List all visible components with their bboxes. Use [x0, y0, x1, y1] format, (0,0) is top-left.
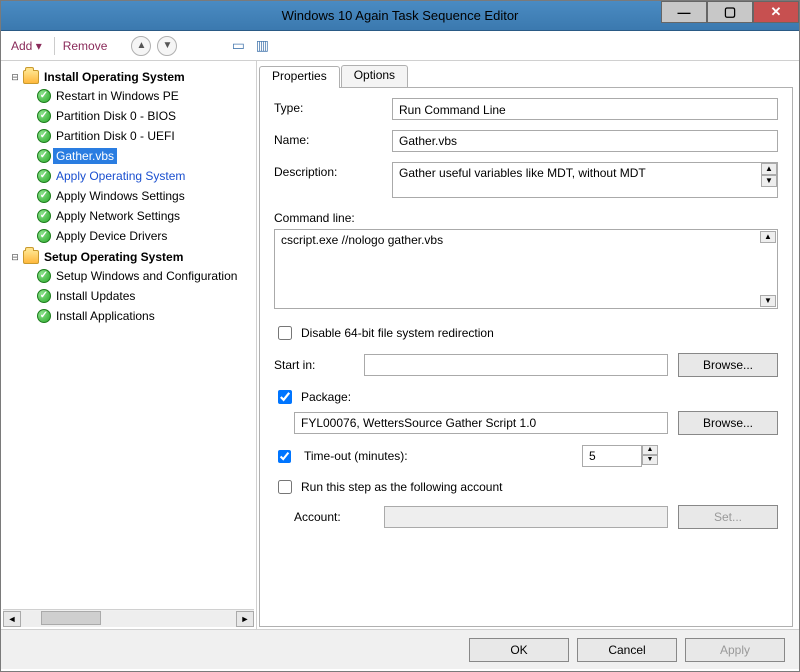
startin-label: Start in:	[274, 358, 354, 372]
startin-browse-button[interactable]: Browse...	[678, 353, 778, 377]
tree-item-restart-winpe[interactable]: ✓Restart in Windows PE	[21, 87, 254, 105]
timeout-input[interactable]	[582, 445, 642, 467]
package-label: Package:	[301, 390, 351, 404]
add-button[interactable]: Add ▾	[11, 39, 42, 53]
tree-item-partition-bios[interactable]: ✓Partition Disk 0 - BIOS	[21, 107, 254, 125]
ok-button[interactable]: OK	[469, 638, 569, 662]
account-label: Account:	[294, 510, 374, 524]
tree-item-install-apps[interactable]: ✓Install Applications	[21, 307, 254, 325]
package-browse-button[interactable]: Browse...	[678, 411, 778, 435]
tree-item-apply-win-settings[interactable]: ✓Apply Windows Settings	[21, 187, 254, 205]
timeout-stepper[interactable]: ▲ ▼	[582, 445, 658, 467]
check-icon: ✓	[37, 289, 51, 303]
scroll-up-icon[interactable]: ▲	[761, 163, 777, 175]
timeout-label: Time-out (minutes):	[304, 449, 434, 463]
scroll-thumb[interactable]	[41, 611, 101, 625]
cancel-button[interactable]: Cancel	[577, 638, 677, 662]
scroll-down-icon[interactable]: ▼	[760, 295, 776, 307]
collapse-icon[interactable]: ⊟	[9, 72, 21, 83]
tree-hscrollbar[interactable]: ◄ ►	[3, 609, 254, 627]
description-label: Description:	[274, 162, 384, 179]
folder-icon	[23, 250, 39, 264]
spin-down-icon[interactable]: ▼	[642, 455, 658, 465]
tree-item-gather-vbs[interactable]: ✓Gather.vbs	[21, 147, 254, 165]
move-down-icon[interactable]: ▼	[157, 36, 177, 56]
startin-input[interactable]	[364, 354, 668, 376]
check-icon: ✓	[37, 89, 51, 103]
type-value: Run Command Line	[392, 98, 778, 120]
scroll-left-icon[interactable]: ◄	[3, 611, 21, 627]
runas-checkbox[interactable]	[278, 480, 292, 494]
tree-item-apply-drivers[interactable]: ✓Apply Device Drivers	[21, 227, 254, 245]
check-icon: ✓	[37, 189, 51, 203]
spin-up-icon[interactable]: ▲	[642, 445, 658, 455]
tab-options[interactable]: Options	[341, 65, 408, 87]
check-icon: ✓	[37, 109, 51, 123]
check-icon: ✓	[37, 209, 51, 223]
scroll-down-icon[interactable]: ▼	[761, 175, 777, 187]
runas-label: Run this step as the following account	[301, 480, 502, 494]
properties-icon[interactable]: ▥	[253, 37, 271, 55]
package-input[interactable]	[294, 412, 668, 434]
toolbar: Add ▾ Remove ▲ ▼ ▭ ▥	[1, 31, 799, 61]
tree-item-partition-uefi[interactable]: ✓Partition Disk 0 - UEFI	[21, 127, 254, 145]
folder-icon	[23, 70, 39, 84]
type-label: Type:	[274, 98, 384, 115]
scroll-right-icon[interactable]: ►	[236, 611, 254, 627]
tree-item-install-updates[interactable]: ✓Install Updates	[21, 287, 254, 305]
collapse-icon[interactable]: ⊟	[9, 252, 21, 263]
move-up-icon[interactable]: ▲	[131, 36, 151, 56]
name-input[interactable]	[392, 130, 778, 152]
check-icon: ✓	[37, 129, 51, 143]
new-group-icon[interactable]: ▭	[229, 37, 247, 55]
apply-button: Apply	[685, 638, 785, 662]
remove-button[interactable]: Remove	[63, 39, 108, 53]
tree-item-setup-windows[interactable]: ✓Setup Windows and Configuration	[21, 267, 254, 285]
set-account-button: Set...	[678, 505, 778, 529]
check-icon: ✓	[37, 269, 51, 283]
account-input	[384, 506, 668, 528]
task-tree[interactable]: ⊟ Install Operating System ✓Restart in W…	[3, 63, 254, 609]
name-label: Name:	[274, 130, 384, 147]
package-checkbox[interactable]	[278, 390, 292, 404]
tree-group-install-os[interactable]: ⊟ Install Operating System	[7, 68, 254, 86]
title-bar: Windows 10 Again Task Sequence Editor — …	[1, 1, 799, 31]
minimize-button[interactable]: —	[661, 1, 707, 23]
check-icon: ✓	[37, 229, 51, 243]
disable-64bit-label: Disable 64-bit file system redirection	[301, 326, 494, 340]
tree-group-setup-os[interactable]: ⊟ Setup Operating System	[7, 248, 254, 266]
timeout-checkbox[interactable]	[278, 450, 291, 463]
toolbar-separator	[54, 37, 55, 55]
check-icon: ✓	[37, 309, 51, 323]
disable-64bit-checkbox[interactable]	[278, 326, 292, 340]
commandline-label: Command line:	[274, 211, 778, 225]
details-pane: Properties Options Type: Run Command Lin…	[257, 61, 799, 629]
description-input[interactable]: Gather useful variables like MDT, withou…	[392, 162, 778, 198]
dialog-buttons: OK Cancel Apply	[1, 629, 799, 669]
check-icon: ✓	[37, 149, 51, 163]
scroll-up-icon[interactable]: ▲	[760, 231, 776, 243]
maximize-button[interactable]: ▢	[707, 1, 753, 23]
close-button[interactable]: ✕	[753, 1, 799, 23]
tree-item-apply-os[interactable]: ✓Apply Operating System	[21, 167, 254, 185]
tab-properties[interactable]: Properties	[259, 66, 340, 88]
commandline-input[interactable]: cscript.exe //nologo gather.vbs ▲ ▼	[274, 229, 778, 309]
tree-item-apply-net-settings[interactable]: ✓Apply Network Settings	[21, 207, 254, 225]
tree-pane: ⊟ Install Operating System ✓Restart in W…	[1, 61, 257, 629]
check-icon: ✓	[37, 169, 51, 183]
